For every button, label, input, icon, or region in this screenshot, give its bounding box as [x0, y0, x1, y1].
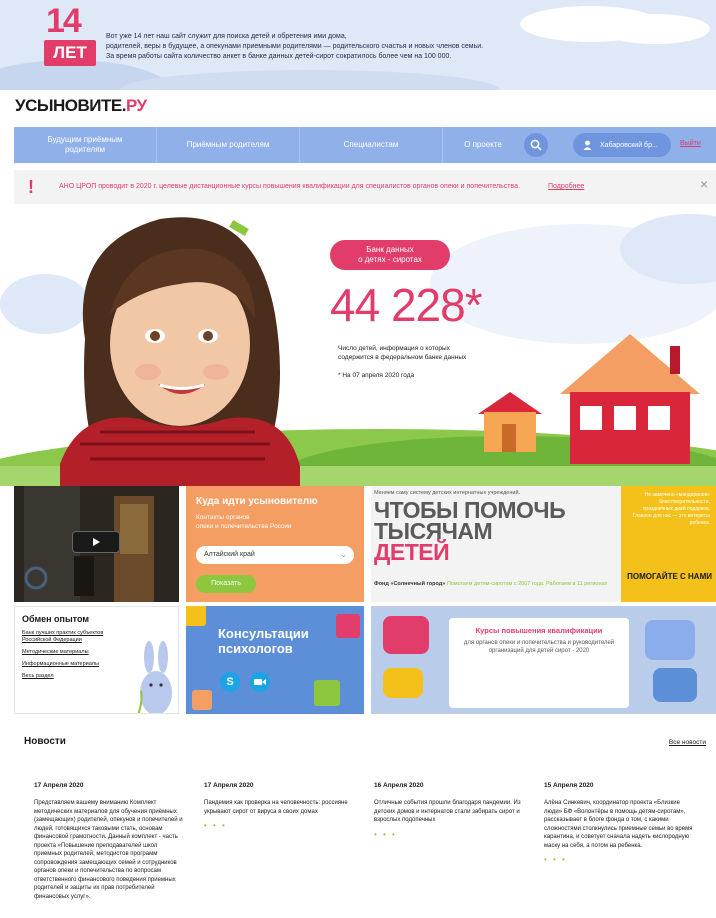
exchange-link[interactable]: Банк лучших практик субъектов Российской… — [22, 630, 132, 644]
where-title: Куда идти усыновителю — [196, 496, 318, 507]
news-title: Новости — [24, 736, 66, 747]
courses-card: Курсы повышения квалификации для органов… — [449, 618, 629, 708]
child-photo — [60, 217, 300, 486]
play-button[interactable] — [72, 531, 120, 553]
badge-line: Банк данных — [366, 245, 414, 254]
user-name: Хабаровский бр... — [600, 141, 658, 149]
where-subtitle-line: опеки и попечительства России — [196, 523, 292, 530]
house-illustration — [560, 334, 700, 464]
fund-note: Помогаем детям-сиротам с 2007 года. Рабо… — [446, 581, 608, 587]
news-item[interactable]: 17 Апреля 2020 Пандемия как проверка на … — [204, 782, 354, 830]
news-item[interactable]: 17 Апреля 2020 Представляем вашему внима… — [34, 782, 184, 901]
fund-info: Фонд «Солнечный город» Помогаем детям-си… — [374, 581, 607, 587]
where-subtitle-line: Контакты органов — [196, 514, 250, 521]
anniversary-line: Вот уже 14 лет наш сайт служит для поиск… — [106, 33, 347, 40]
news-date: 17 Апреля 2020 — [204, 782, 254, 789]
chevron-down-icon: ⌄ — [340, 550, 347, 559]
nav-item-specialists[interactable]: Специалистам — [300, 127, 443, 163]
anniversary-word: ЛЕТ — [44, 40, 96, 66]
site-logo-tld: РУ — [125, 96, 147, 115]
logout-link[interactable]: Выйти — [680, 140, 701, 147]
help-headline: ЧТОБЫ ПОМОЧЬ ТЫСЯЧАМ ДЕТЕЙ — [374, 499, 644, 565]
count-date: * На 07 апреля 2020 года — [338, 372, 415, 379]
help-us-button[interactable]: ПОМОГАЙТЕ С НАМИ — [627, 572, 712, 581]
search-button[interactable] — [524, 133, 548, 157]
nav-item-foster-parents[interactable]: Приёмным родителям — [157, 127, 300, 163]
courses-tile[interactable]: Курсы повышения квалификации для органов… — [371, 606, 716, 714]
video-tile[interactable] — [14, 486, 179, 602]
cloud-decoration — [600, 14, 710, 44]
anniversary-text: Вот уже 14 лет наш сайт служит для поиск… — [106, 32, 526, 62]
news-section: Новости Все новости 17 Апреля 2020 Предс… — [14, 722, 716, 918]
psychologists-title: Консультации психологов — [218, 626, 338, 656]
page: 14 ЛЕТ Вот уже 14 лет наш сайт служит дл… — [0, 0, 716, 918]
alert-icon: ! — [28, 177, 34, 197]
site-logo-name: УСЫНОВИТЕ. — [15, 96, 126, 115]
help-headline-line: ДЕТЕЙ — [374, 539, 450, 565]
search-icon — [530, 139, 542, 151]
news-text: Пандемия как проверка на человечность: р… — [204, 800, 348, 815]
exchange-title: Обмен опытом — [22, 614, 89, 624]
user-menu-button[interactable]: Хабаровский бр... — [573, 133, 671, 157]
news-item[interactable]: 16 Апреля 2020 Отличные события прошли б… — [374, 782, 524, 839]
news-dots: • • • — [374, 829, 397, 839]
news-date: 15 Апреля 2020 — [544, 782, 594, 789]
notice-text: АНО ЦРОП проводит в 2020 г. целевые дист… — [59, 183, 520, 190]
news-item[interactable]: 15 Апреля 2020 Алёна Синкевич, координат… — [544, 782, 694, 864]
help-children-banner[interactable]: Меняем саму систему детских интернатных … — [371, 486, 716, 602]
anniversary-line: родителей, веры в будущее, а опекунами п… — [106, 43, 484, 50]
where-subtitle: Контакты органов опеки и попечительства … — [196, 513, 354, 531]
play-icon — [93, 538, 100, 546]
exchange-link[interactable]: Методические материалы — [22, 649, 132, 656]
notice-bar: ! АНО ЦРОП проводит в 2020 г. целевые ди… — [14, 170, 716, 204]
hero-banner: Банк данных о детях - сиротах 44 228* Чи… — [0, 204, 716, 486]
nav-item-about[interactable]: О проекте — [443, 127, 523, 163]
help-side-panel: Не замечено «мандаринов» благотворительн… — [621, 486, 716, 602]
count-description: Число детей, информация о которых содерж… — [338, 345, 467, 361]
region-select[interactable]: Алтайский край ⌄ — [196, 546, 354, 564]
bunny-illustration — [137, 641, 172, 713]
news-text: Алёна Синкевич, координатор проекта «Бли… — [544, 800, 693, 849]
close-icon[interactable]: × — [700, 176, 708, 192]
news-dots: • • • — [204, 821, 227, 830]
news-dots: • • • — [544, 855, 567, 864]
region-value: Алтайский край — [204, 551, 255, 558]
children-count: 44 228* — [330, 279, 483, 331]
news-date: 17 Апреля 2020 — [34, 782, 84, 789]
skype-icon[interactable]: S — [220, 672, 240, 692]
house-illustration — [478, 392, 542, 452]
exchange-link[interactable]: Весь раздел — [22, 673, 132, 680]
news-text: Отличные события прошли благодаря пандем… — [374, 800, 521, 823]
psychologists-tile[interactable]: Консультации психологов S — [186, 606, 364, 714]
anniversary-banner[interactable]: 14 ЛЕТ Вот уже 14 лет наш сайт служит дл… — [0, 0, 716, 90]
badge-line: о детях - сиротах — [358, 255, 422, 264]
help-side-text: Не замечено «мандаринов» благотворительн… — [632, 492, 710, 526]
anniversary-line: За время работы сайта количество анкет в… — [106, 53, 452, 60]
notice-more-link[interactable]: Подробнее — [548, 183, 584, 190]
exchange-link[interactable]: Информационные материалы — [22, 661, 132, 668]
puzzle-decoration — [186, 606, 360, 710]
experience-exchange-tile: Обмен опытом Банк лучших практик субъект… — [14, 606, 179, 714]
courses-title: Курсы повышения квалификации — [475, 626, 603, 635]
psychologists-title-line: психологов — [218, 641, 293, 656]
user-icon — [583, 140, 592, 150]
cloud-decoration — [120, 70, 500, 90]
news-text: Представляем вашему вниманию Комплект ме… — [34, 800, 183, 900]
databank-badge[interactable]: Банк данных о детях - сиротах — [330, 240, 450, 270]
anniversary-number: 14 — [46, 2, 82, 40]
all-news-link[interactable]: Все новости — [669, 739, 706, 746]
show-button[interactable]: Показать — [196, 575, 256, 593]
help-caption: Меняем саму систему детских интернатных … — [374, 490, 521, 496]
site-logo[interactable]: УСЫНОВИТЕ.РУ — [15, 96, 147, 116]
psychologists-title-line: Консультации — [218, 626, 309, 641]
nav-item-future-parents[interactable]: Будущим приёмным родителям — [14, 127, 157, 163]
video-camera-icon[interactable] — [250, 672, 270, 692]
where-to-go-tile: Куда идти усыновителю Контакты органов о… — [186, 486, 364, 602]
fund-name: Фонд «Солнечный город» — [374, 581, 446, 587]
news-date: 16 Апреля 2020 — [374, 782, 424, 789]
courses-body: для органов опеки и попечительства и рук… — [463, 640, 615, 654]
